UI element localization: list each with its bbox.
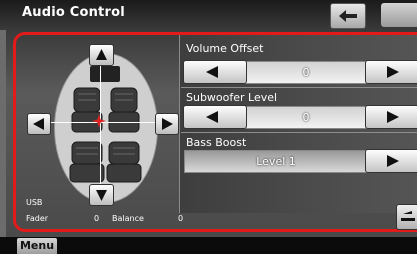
fader-front-button[interactable] [89,44,114,66]
back-button[interactable] [330,3,366,29]
title-bar: Audio Control [0,0,417,30]
volume-offset-label: Volume Offset [186,42,264,55]
bass-boost-next-button[interactable] [365,149,417,173]
divider [179,35,180,213]
balance-value: 0 [178,214,184,223]
right-arrow-icon [162,118,173,130]
subwoofer-level-value: 0 [244,106,368,129]
volume-offset-decrease-button[interactable] [183,60,247,84]
position-marker-icon[interactable] [92,114,106,128]
right-arrow-icon [387,66,399,78]
volume-offset-value: 0 [244,61,368,84]
source-label: USB [26,198,43,207]
row-divider [181,132,417,133]
volume-offset-increase-button[interactable] [365,60,417,84]
left-arrow-icon [206,111,218,123]
fader-value: 0 [94,214,100,223]
bass-boost-label: Bass Boost [186,136,247,149]
menu-button[interactable]: Menu [17,238,57,254]
right-arrow-icon [387,155,399,167]
bass-boost-value: Level 1 [184,150,368,173]
page-title: Audio Control [22,5,125,20]
up-arrow-icon [96,49,107,60]
left-arrow-icon [206,66,218,78]
balance-left-button[interactable] [27,113,51,135]
subwoofer-level-increase-button[interactable] [365,105,417,129]
top-right-button[interactable] [381,3,417,27]
fader-rear-button[interactable] [89,184,114,206]
balance-label: Balance [112,214,144,223]
collapse-icon [401,211,415,221]
row-divider [181,87,417,88]
subwoofer-level-decrease-button[interactable] [183,105,247,129]
down-arrow-icon [96,190,107,201]
back-arrow-icon [339,10,357,22]
left-arrow-icon [33,118,44,130]
fader-label: Fader [26,214,49,223]
cabin-seats-icon [69,66,142,183]
right-arrow-icon [387,111,399,123]
subwoofer-level-label: Subwoofer Level [186,91,278,104]
bottom-bar [0,237,417,254]
collapse-button[interactable] [396,204,417,230]
balance-right-button[interactable] [155,113,179,135]
